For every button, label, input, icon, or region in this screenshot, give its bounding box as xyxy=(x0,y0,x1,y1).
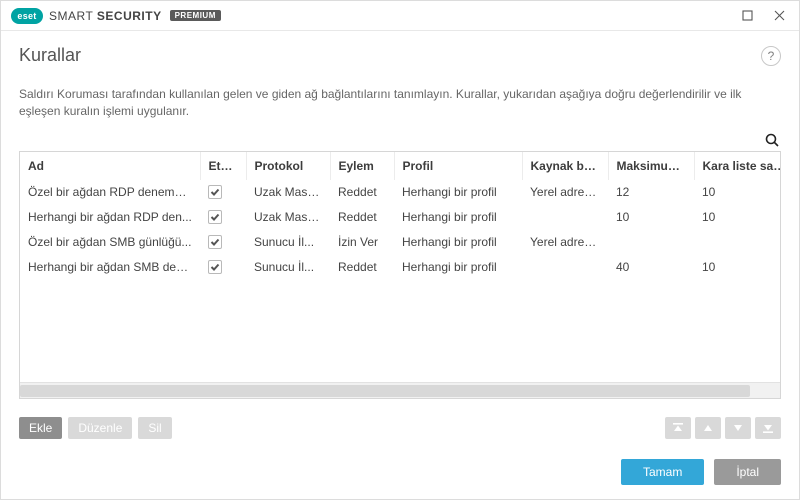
cell-protocol: Uzak Masa... xyxy=(246,180,330,205)
cell-protocol: Uzak Masa... xyxy=(246,205,330,230)
cell-enabled xyxy=(200,230,246,255)
table-row[interactable]: Özel bir ağdan SMB günlüğü... Sunucu İl..… xyxy=(20,230,781,255)
cell-protocol: Sunucu İl... xyxy=(246,255,330,280)
rules-table-container: Ad Etkin Protokol Eylem Profil Kaynak bö… xyxy=(19,151,781,399)
cell-name: Herhangi bir ağdan SMB den... xyxy=(20,255,200,280)
cell-profile: Herhangi bir profil xyxy=(394,255,522,280)
page-title: Kurallar xyxy=(19,45,81,66)
cell-max xyxy=(608,230,694,255)
title-bar: eset SMART SECURITY PREMIUM xyxy=(1,1,799,31)
cell-source xyxy=(522,205,608,230)
table-body: Özel bir ağdan RDP deneme ... Uzak Masa..… xyxy=(20,180,781,280)
ok-button[interactable]: Tamam xyxy=(621,459,704,485)
cell-source: Yerel adresl... xyxy=(522,180,608,205)
edit-button[interactable]: Düzenle xyxy=(68,417,132,439)
table-row[interactable]: Herhangi bir ağdan SMB den... Sunucu İl..… xyxy=(20,255,781,280)
search-icon[interactable] xyxy=(763,131,781,149)
cell-action: Reddet xyxy=(330,205,394,230)
cell-blacklist: 10 xyxy=(694,180,781,205)
checkbox-icon[interactable] xyxy=(208,210,222,224)
brand-name-light: SMART xyxy=(49,9,97,23)
cell-profile: Herhangi bir profil xyxy=(394,205,522,230)
move-down-icon[interactable] xyxy=(725,417,751,439)
reorder-buttons xyxy=(665,417,781,439)
description-text: Saldırı Koruması tarafından kullanılan g… xyxy=(19,86,781,121)
edition-badge: PREMIUM xyxy=(170,10,221,21)
col-max[interactable]: Maksimum ... xyxy=(608,152,694,180)
checkbox-icon[interactable] xyxy=(208,260,222,274)
cell-protocol: Sunucu İl... xyxy=(246,230,330,255)
move-up-icon[interactable] xyxy=(695,417,721,439)
cell-name: Herhangi bir ağdan RDP den... xyxy=(20,205,200,230)
content: Saldırı Koruması tarafından kullanılan g… xyxy=(1,66,799,417)
checkbox-icon[interactable] xyxy=(208,235,222,249)
cell-enabled xyxy=(200,205,246,230)
scrollbar-thumb[interactable] xyxy=(20,385,750,397)
col-enabled[interactable]: Etkin xyxy=(200,152,246,180)
col-source[interactable]: Kaynak böl... xyxy=(522,152,608,180)
table-empty-area xyxy=(20,280,780,382)
col-action[interactable]: Eylem xyxy=(330,152,394,180)
col-profile[interactable]: Profil xyxy=(394,152,522,180)
cell-blacklist: 10 xyxy=(694,205,781,230)
cell-enabled xyxy=(200,255,246,280)
cell-action: İzin Ver xyxy=(330,230,394,255)
cell-max: 10 xyxy=(608,205,694,230)
table-row[interactable]: Herhangi bir ağdan RDP den... Uzak Masa..… xyxy=(20,205,781,230)
cell-source: Yerel adresl... xyxy=(522,230,608,255)
table-row[interactable]: Özel bir ağdan RDP deneme ... Uzak Masa..… xyxy=(20,180,781,205)
col-protocol[interactable]: Protokol xyxy=(246,152,330,180)
help-icon[interactable]: ? xyxy=(761,46,781,66)
rules-table: Ad Etkin Protokol Eylem Profil Kaynak bö… xyxy=(20,152,781,280)
search-bar xyxy=(19,131,781,149)
cell-profile: Herhangi bir profil xyxy=(394,180,522,205)
move-top-icon[interactable] xyxy=(665,417,691,439)
cancel-button[interactable]: İptal xyxy=(714,459,781,485)
cell-name: Özel bir ağdan RDP deneme ... xyxy=(20,180,200,205)
horizontal-scrollbar[interactable] xyxy=(20,382,780,398)
cell-blacklist: 10 xyxy=(694,255,781,280)
brand-logo: eset xyxy=(11,8,43,24)
cell-action: Reddet xyxy=(330,180,394,205)
header: Kurallar ? xyxy=(1,31,799,66)
delete-button[interactable]: Sil xyxy=(138,417,171,439)
cell-max: 12 xyxy=(608,180,694,205)
cell-profile: Herhangi bir profil xyxy=(394,230,522,255)
move-bottom-icon[interactable] xyxy=(755,417,781,439)
dialog-footer: Tamam İptal xyxy=(1,445,799,499)
brand-name-bold: SECURITY xyxy=(97,9,162,23)
add-button[interactable]: Ekle xyxy=(19,417,62,439)
cell-action: Reddet xyxy=(330,255,394,280)
brand-name: SMART SECURITY xyxy=(49,9,162,23)
cell-enabled xyxy=(200,180,246,205)
dialog-window: eset SMART SECURITY PREMIUM Kurallar ? S… xyxy=(0,0,800,500)
maximize-icon[interactable] xyxy=(733,4,761,28)
action-row: Ekle Düzenle Sil xyxy=(1,417,799,445)
close-icon[interactable] xyxy=(765,4,793,28)
cell-max: 40 xyxy=(608,255,694,280)
table-header: Ad Etkin Protokol Eylem Profil Kaynak bö… xyxy=(20,152,781,180)
col-name[interactable]: Ad xyxy=(20,152,200,180)
checkbox-icon[interactable] xyxy=(208,185,222,199)
cell-source xyxy=(522,255,608,280)
window-controls xyxy=(733,4,793,28)
cell-name: Özel bir ağdan SMB günlüğü... xyxy=(20,230,200,255)
col-blacklist[interactable]: Kara liste saklama xyxy=(694,152,781,180)
cell-blacklist xyxy=(694,230,781,255)
